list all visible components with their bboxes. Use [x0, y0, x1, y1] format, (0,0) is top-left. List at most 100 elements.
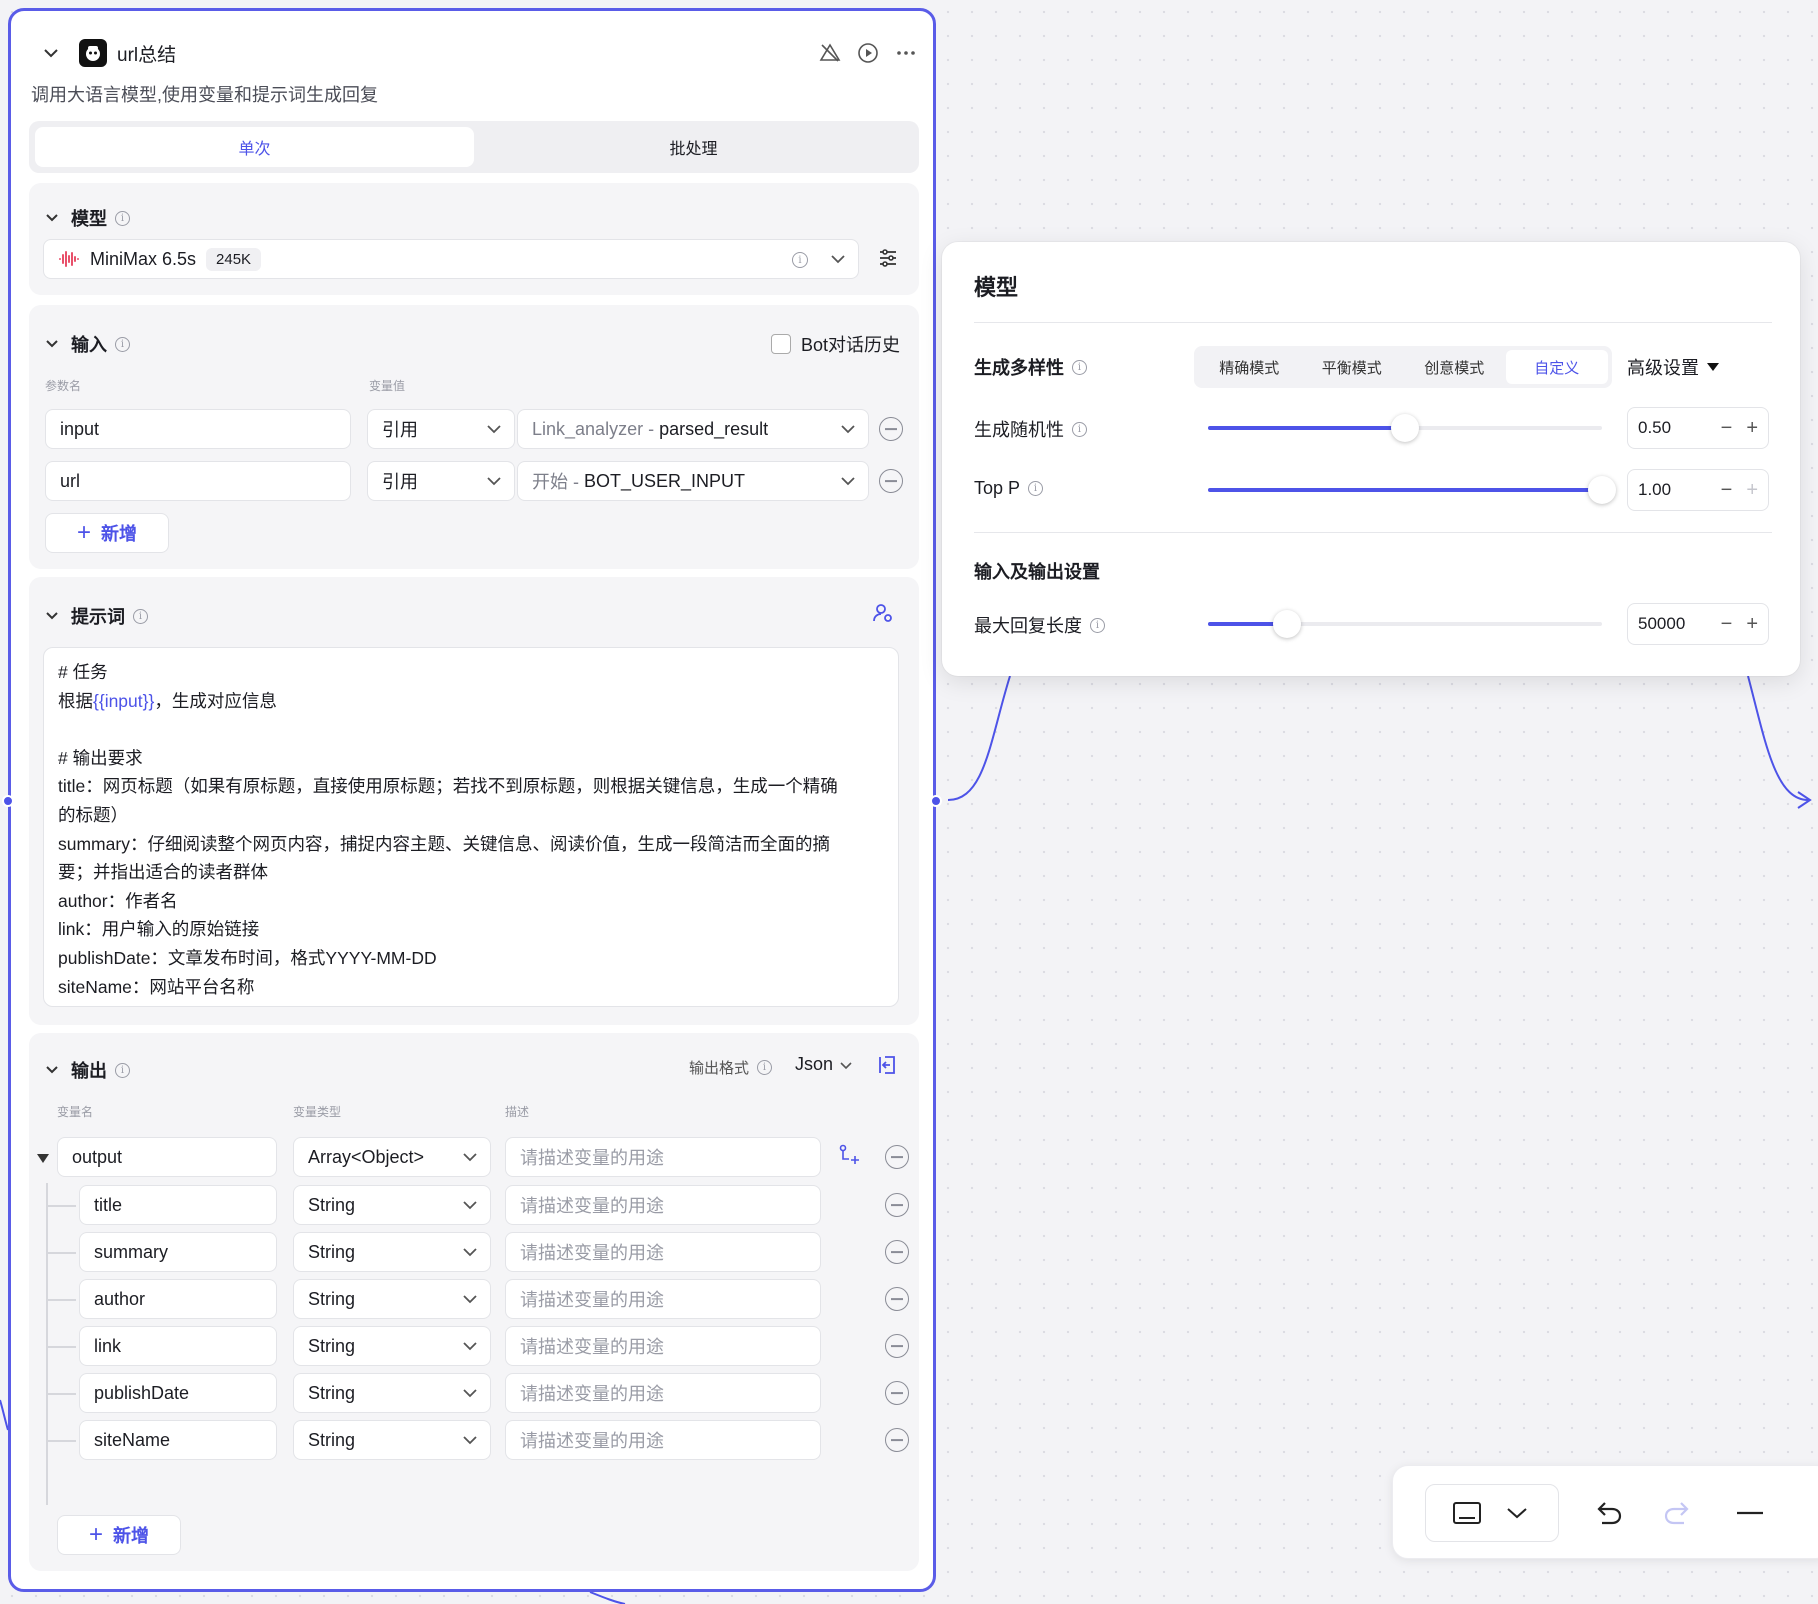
bot-history-checkbox[interactable]: [771, 334, 791, 354]
output-var-name-input[interactable]: link: [79, 1326, 277, 1366]
model-select[interactable]: MiniMax 6.5s 245K i: [43, 239, 859, 279]
mode-creative[interactable]: 创意模式: [1403, 350, 1506, 384]
output-var-name-input[interactable]: summary: [79, 1232, 277, 1272]
remove-row-minus-circle-icon[interactable]: [879, 469, 903, 493]
output-var-desc-input[interactable]: 请描述变量的用途: [505, 1137, 821, 1177]
top-p-slider[interactable]: [1208, 476, 1616, 504]
info-icon[interactable]: i: [133, 608, 148, 624]
play-icon[interactable]: [857, 42, 879, 64]
output-format-select[interactable]: Json: [795, 1054, 853, 1075]
remove-row-minus-circle-icon[interactable]: [885, 1145, 909, 1169]
remove-row-minus-circle-icon[interactable]: [885, 1334, 909, 1358]
output-var-desc-input[interactable]: 请描述变量的用途: [505, 1279, 821, 1319]
increment-button[interactable]: +: [1746, 479, 1758, 502]
minimap-toggle[interactable]: [1425, 1484, 1559, 1542]
output-var-name-input[interactable]: output: [57, 1137, 277, 1177]
temperature-stepper[interactable]: 0.50 − +: [1627, 407, 1769, 449]
param-name-input[interactable]: input: [45, 409, 351, 449]
info-icon[interactable]: i: [1072, 421, 1087, 437]
add-subfield-icon[interactable]: [837, 1143, 861, 1172]
output-var-name-input[interactable]: siteName: [79, 1420, 277, 1460]
output-var-name-input[interactable]: author: [79, 1279, 277, 1319]
model-section-title[interactable]: 模型 i: [43, 205, 130, 231]
chevron-down-icon[interactable]: [43, 209, 61, 227]
add-output-button[interactable]: + 新增: [57, 1515, 181, 1555]
mode-custom[interactable]: 自定义: [1505, 350, 1608, 384]
increment-button[interactable]: +: [1746, 613, 1758, 636]
output-var-desc-input[interactable]: 请描述变量的用途: [505, 1420, 821, 1460]
output-var-type-select[interactable]: String: [293, 1232, 491, 1272]
info-icon[interactable]: i: [757, 1060, 773, 1075]
increment-button[interactable]: +: [1746, 417, 1758, 440]
slider-thumb[interactable]: [1272, 610, 1301, 638]
input-section-title[interactable]: 输入 i: [43, 331, 130, 357]
undo-icon[interactable]: [1589, 1494, 1627, 1532]
remove-row-minus-circle-icon[interactable]: [879, 417, 903, 441]
alert-off-icon[interactable]: [819, 42, 841, 64]
remove-row-minus-circle-icon[interactable]: [885, 1240, 909, 1264]
output-var-desc-input[interactable]: 请描述变量的用途: [505, 1232, 821, 1272]
top-p-stepper[interactable]: 1.00 − +: [1627, 469, 1769, 511]
decrement-button[interactable]: −: [1721, 417, 1733, 440]
output-var-type-select[interactable]: Array<Object>: [293, 1137, 491, 1177]
input-port[interactable]: [2, 795, 14, 807]
llm-node-panel[interactable]: url总结 调用大语言模型,使用变量和提示词生成回复 单次 批处理 模型 i M…: [2, 8, 942, 1592]
info-icon[interactable]: i: [115, 210, 130, 226]
mode-precise[interactable]: 精确模式: [1198, 350, 1301, 384]
max-tokens-value[interactable]: 50000: [1638, 614, 1685, 634]
info-icon[interactable]: i: [1090, 617, 1105, 633]
slider-thumb[interactable]: [1588, 476, 1616, 504]
add-input-button[interactable]: + 新增: [45, 513, 169, 553]
output-var-desc-input[interactable]: 请描述变量的用途: [505, 1326, 821, 1366]
output-var-type-select[interactable]: String: [293, 1373, 491, 1413]
temperature-slider[interactable]: [1208, 414, 1602, 442]
chevron-down-icon[interactable]: [830, 251, 846, 267]
output-var-name-input[interactable]: title: [79, 1185, 277, 1225]
output-var-type-select[interactable]: String: [293, 1420, 491, 1460]
node-title[interactable]: url总结: [117, 40, 176, 67]
remove-row-minus-circle-icon[interactable]: [885, 1193, 909, 1217]
export-icon[interactable]: [875, 1053, 899, 1082]
mode-balanced[interactable]: 平衡模式: [1301, 350, 1404, 384]
param-type-select[interactable]: 引用: [367, 461, 515, 501]
output-var-type-select[interactable]: String: [293, 1326, 491, 1366]
chevron-down-icon[interactable]: [43, 1061, 61, 1079]
remove-row-minus-circle-icon[interactable]: [885, 1287, 909, 1311]
chevron-down-icon[interactable]: [1506, 1506, 1528, 1520]
decrement-button[interactable]: −: [1721, 613, 1733, 636]
output-var-type-select[interactable]: String: [293, 1279, 491, 1319]
output-var-type-select[interactable]: String: [293, 1185, 491, 1225]
info-icon[interactable]: i: [1072, 359, 1087, 375]
bot-history-toggle[interactable]: Bot对话历史: [771, 331, 900, 357]
advanced-settings-dropdown[interactable]: 高级设置: [1627, 354, 1719, 380]
expand-triangle-icon[interactable]: [37, 1151, 49, 1169]
info-icon[interactable]: i: [115, 1062, 130, 1078]
max-tokens-slider[interactable]: [1208, 610, 1602, 638]
max-tokens-stepper[interactable]: 50000 − +: [1627, 603, 1769, 645]
top-p-value[interactable]: 1.00: [1638, 480, 1671, 500]
tab-batch[interactable]: 批处理: [474, 127, 913, 167]
output-port[interactable]: [930, 795, 942, 807]
chevron-down-icon[interactable]: [43, 335, 61, 353]
param-reference-select[interactable]: Link_analyzer - parsed_result: [517, 409, 869, 449]
prompt-variable[interactable]: {{input}}: [93, 691, 154, 711]
info-icon[interactable]: i: [115, 336, 130, 352]
collapse-chevron-down-icon[interactable]: [37, 39, 65, 67]
param-name-input[interactable]: url: [45, 461, 351, 501]
chevron-down-icon[interactable]: [43, 607, 61, 625]
prompt-editor[interactable]: # 任务 根据{{input}}，生成对应信息 # 输出要求 title：网页标题（如…: [43, 647, 899, 1007]
redo-icon[interactable]: [1659, 1494, 1697, 1532]
tab-single[interactable]: 单次: [35, 127, 474, 167]
output-section-title[interactable]: 输出 i: [43, 1057, 130, 1083]
remove-row-minus-circle-icon[interactable]: [885, 1381, 909, 1405]
param-type-select[interactable]: 引用: [367, 409, 515, 449]
info-icon[interactable]: i: [792, 252, 808, 268]
remove-row-minus-circle-icon[interactable]: [885, 1428, 909, 1452]
zoom-out-icon[interactable]: [1731, 1494, 1769, 1532]
prompt-section-title[interactable]: 提示词 i: [43, 603, 148, 629]
output-var-name-input[interactable]: publishDate: [79, 1373, 277, 1413]
settings-sliders-icon[interactable]: [877, 247, 899, 274]
param-reference-select[interactable]: 开始 - BOT_USER_INPUT: [517, 461, 869, 501]
decrement-button[interactable]: −: [1721, 479, 1733, 502]
slider-thumb[interactable]: [1391, 414, 1419, 442]
